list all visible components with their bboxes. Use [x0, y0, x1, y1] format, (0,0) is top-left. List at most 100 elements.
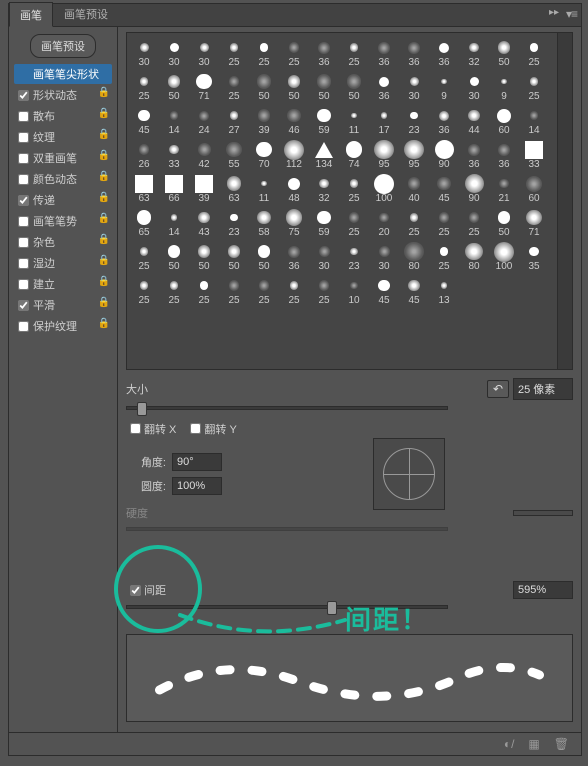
brush-tip[interactable]: 112: [279, 137, 309, 171]
brush-tip[interactable]: 33: [159, 137, 189, 171]
brush-tip[interactable]: 14: [159, 103, 189, 137]
toggle-icon[interactable]: ◐/: [504, 737, 515, 751]
brush-tip[interactable]: 50: [249, 69, 279, 103]
brush-tip[interactable]: 63: [129, 171, 159, 205]
brush-tip[interactable]: 36: [369, 69, 399, 103]
sidebar-checkbox[interactable]: [18, 258, 29, 269]
brush-tip[interactable]: 36: [369, 35, 399, 69]
brush-tip[interactable]: 11: [249, 171, 279, 205]
brush-tip[interactable]: 20: [369, 205, 399, 239]
brush-tip[interactable]: 25: [219, 273, 249, 307]
brush-tip[interactable]: 59: [309, 205, 339, 239]
brush-tip[interactable]: 75: [279, 205, 309, 239]
brush-tip[interactable]: 60: [519, 171, 549, 205]
brush-tip[interactable]: 25: [249, 35, 279, 69]
brush-tip[interactable]: 66: [159, 171, 189, 205]
brush-tip[interactable]: 36: [459, 137, 489, 171]
brush-tip[interactable]: 71: [189, 69, 219, 103]
roundness-input[interactable]: 100%: [172, 477, 222, 495]
angle-control[interactable]: [373, 438, 445, 510]
brush-tip[interactable]: 10: [339, 273, 369, 307]
brush-tip[interactable]: 80: [459, 239, 489, 273]
sidebar-checkbox[interactable]: [18, 279, 29, 290]
brush-tip[interactable]: 50: [309, 69, 339, 103]
brush-tip[interactable]: 25: [279, 35, 309, 69]
brush-tip[interactable]: 59: [309, 103, 339, 137]
brush-tip[interactable]: 90: [459, 171, 489, 205]
brush-tip[interactable]: 30: [399, 69, 429, 103]
brush-tip[interactable]: 36: [309, 35, 339, 69]
brush-tip[interactable]: 30: [369, 239, 399, 273]
sidebar-item-6[interactable]: 传递🔒: [14, 190, 112, 210]
brush-tip-grid[interactable]: 3030302525253625363636325025255071255050…: [126, 32, 573, 370]
sidebar-item-7[interactable]: 画笔笔势🔒: [14, 211, 112, 231]
tab-brush-preset[interactable]: 画笔预设: [53, 1, 119, 26]
brush-tip[interactable]: 23: [399, 103, 429, 137]
brush-tip[interactable]: 24: [189, 103, 219, 137]
brush-tip[interactable]: 25: [279, 273, 309, 307]
brush-tip[interactable]: 46: [279, 103, 309, 137]
brush-tip[interactable]: 50: [489, 35, 519, 69]
brush-tip[interactable]: 43: [189, 205, 219, 239]
sidebar-item-4[interactable]: 双重画笔🔒: [14, 148, 112, 168]
brush-tip[interactable]: 26: [129, 137, 159, 171]
brush-tip[interactable]: 25: [219, 35, 249, 69]
brush-tip[interactable]: 50: [489, 205, 519, 239]
brush-tip[interactable]: 30: [129, 35, 159, 69]
sidebar-checkbox[interactable]: [18, 90, 29, 101]
brush-tip[interactable]: 58: [249, 205, 279, 239]
brush-tip[interactable]: 90: [429, 137, 459, 171]
sidebar-checkbox[interactable]: [18, 300, 29, 311]
brush-tip[interactable]: 42: [189, 137, 219, 171]
sidebar-checkbox[interactable]: [18, 321, 29, 332]
brush-tip[interactable]: 71: [519, 205, 549, 239]
brush-tip[interactable]: 36: [429, 35, 459, 69]
sidebar-checkbox[interactable]: [18, 216, 29, 227]
brush-tip[interactable]: 23: [219, 205, 249, 239]
brush-tip[interactable]: 50: [249, 239, 279, 273]
brush-tip[interactable]: 25: [339, 35, 369, 69]
brush-tip[interactable]: 25: [219, 69, 249, 103]
brush-tip[interactable]: 45: [399, 273, 429, 307]
brush-tip[interactable]: 134: [309, 137, 339, 171]
brush-tip[interactable]: 25: [129, 69, 159, 103]
sidebar-item-12[interactable]: 保护纹理🔒: [14, 316, 112, 336]
brush-tip[interactable]: 30: [309, 239, 339, 273]
size-slider[interactable]: [126, 406, 448, 410]
brush-tip[interactable]: 32: [309, 171, 339, 205]
panel-menu-icon[interactable]: ▾≡: [566, 7, 577, 21]
sidebar-item-3[interactable]: 纹理🔒: [14, 127, 112, 147]
brush-tip[interactable]: 14: [159, 205, 189, 239]
brush-tip[interactable]: 30: [159, 35, 189, 69]
brush-tip[interactable]: 100: [489, 239, 519, 273]
brush-tip[interactable]: 13: [429, 273, 459, 307]
sidebar-item-5[interactable]: 颜色动态🔒: [14, 169, 112, 189]
brush-tip[interactable]: 17: [369, 103, 399, 137]
brush-tip[interactable]: 25: [339, 171, 369, 205]
brush-tip[interactable]: 25: [129, 273, 159, 307]
brush-preset-button[interactable]: 画笔预设: [30, 34, 96, 58]
new-preset-icon[interactable]: ▦: [528, 737, 539, 751]
flip-x-checkbox[interactable]: 翻转 X: [126, 420, 176, 437]
sidebar-item-1[interactable]: 形状动态🔒: [14, 85, 112, 105]
brush-tip[interactable]: 45: [369, 273, 399, 307]
sidebar-checkbox[interactable]: [18, 237, 29, 248]
brush-tip[interactable]: 25: [249, 273, 279, 307]
brush-tip[interactable]: 74: [339, 137, 369, 171]
sidebar-item-9[interactable]: 湿边🔒: [14, 253, 112, 273]
brush-tip[interactable]: 45: [429, 171, 459, 205]
brush-tip[interactable]: 100: [369, 171, 399, 205]
brush-tip[interactable]: 25: [309, 273, 339, 307]
sidebar-item-0[interactable]: 画笔笔尖形状: [14, 64, 112, 84]
brush-tip[interactable]: 25: [459, 205, 489, 239]
brush-tip[interactable]: 95: [369, 137, 399, 171]
trash-icon[interactable]: 🗑: [554, 737, 569, 751]
brush-tip[interactable]: 30: [189, 35, 219, 69]
brush-tip[interactable]: 65: [129, 205, 159, 239]
tab-brush[interactable]: 画笔: [9, 2, 53, 27]
angle-input[interactable]: 90°: [172, 453, 222, 471]
brush-tip[interactable]: 36: [279, 239, 309, 273]
brush-tip[interactable]: 35: [519, 239, 549, 273]
brush-tip[interactable]: 27: [219, 103, 249, 137]
brush-tip[interactable]: 14: [519, 103, 549, 137]
